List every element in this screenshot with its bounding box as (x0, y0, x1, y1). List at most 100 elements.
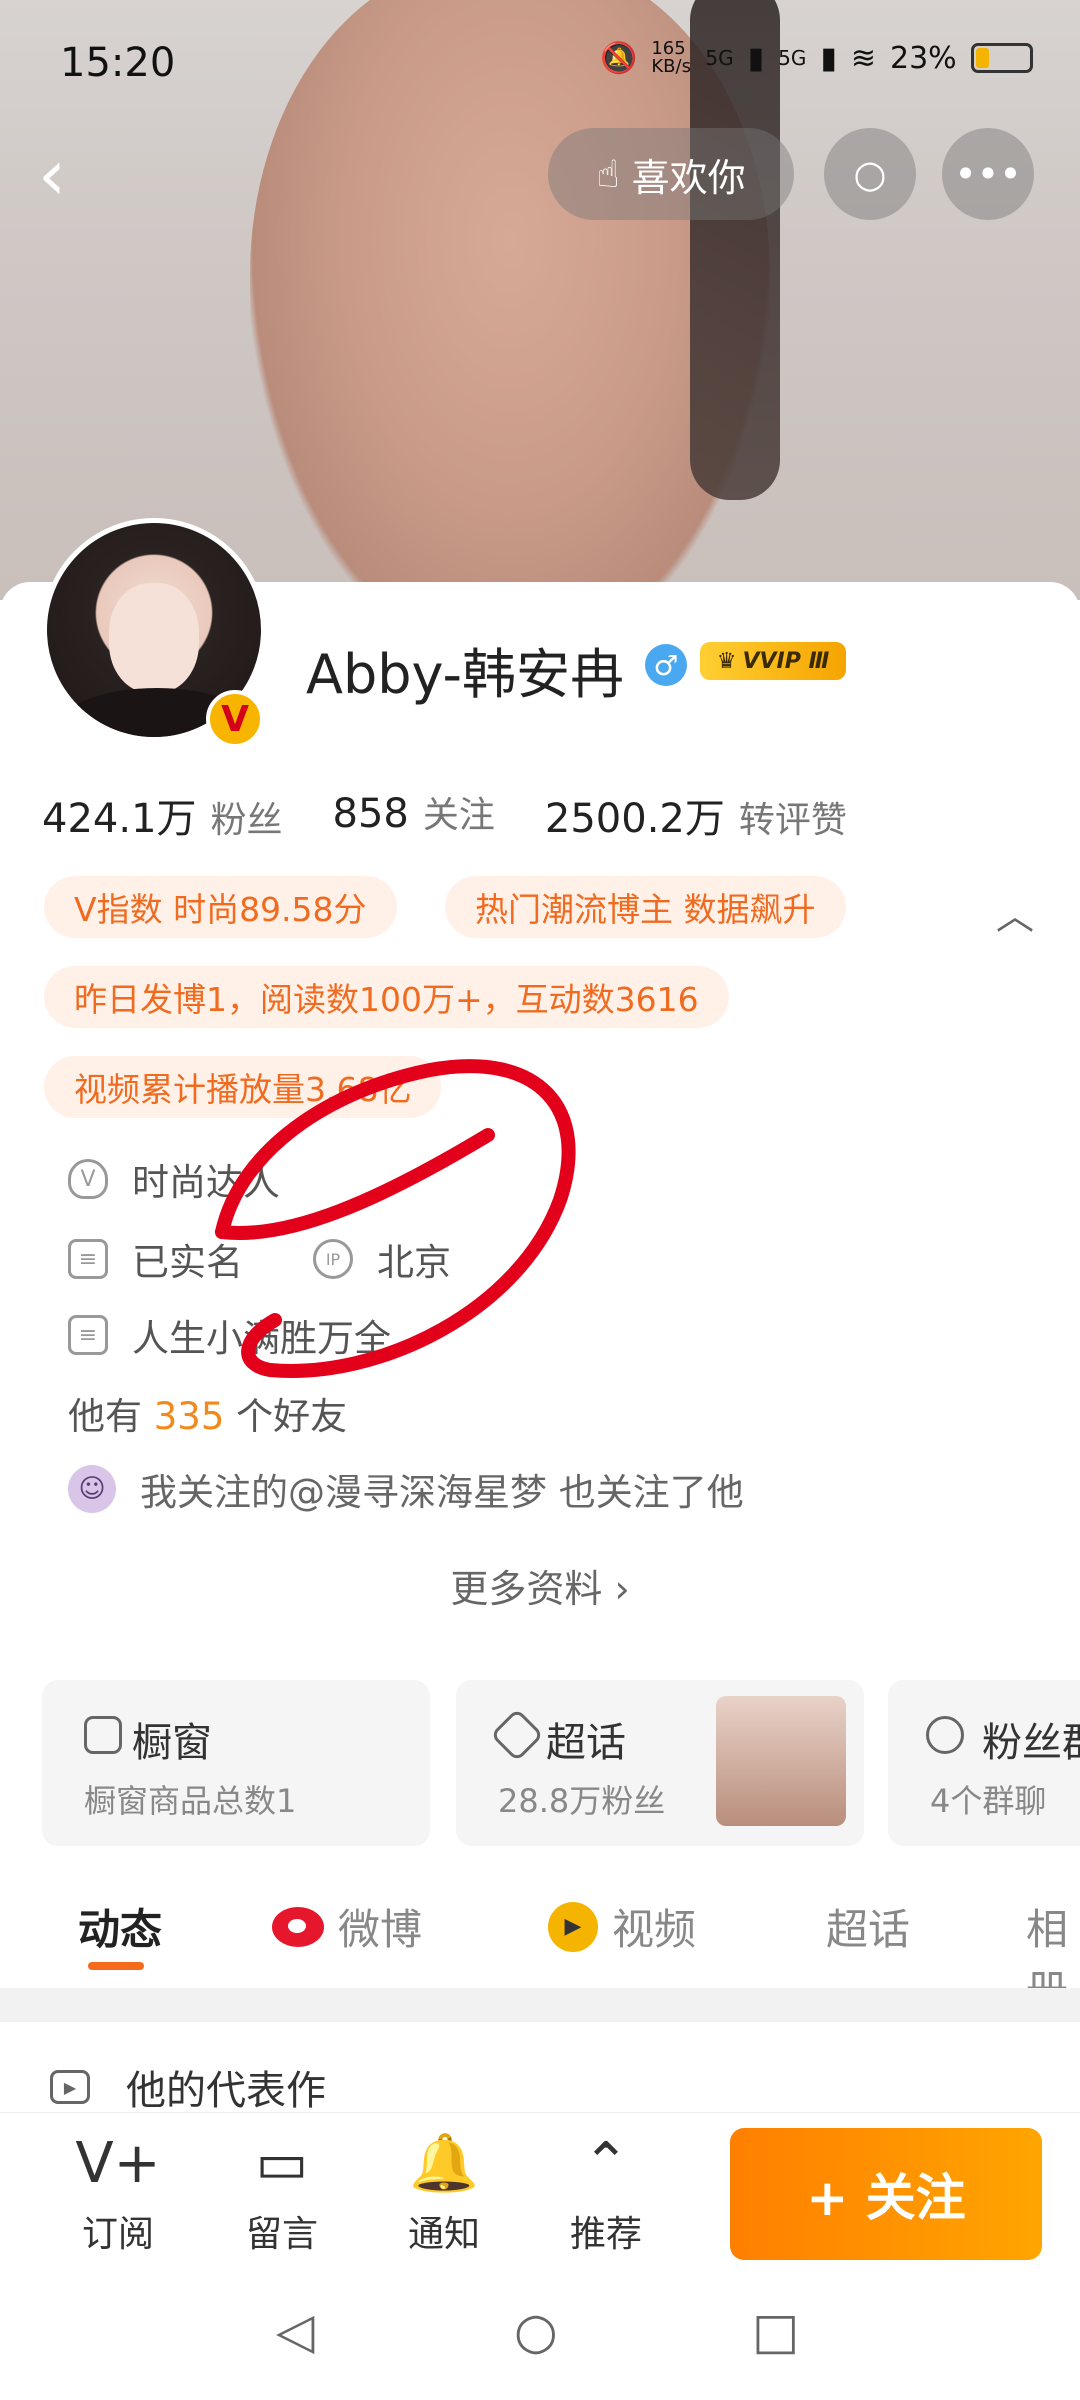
mutual-text: 我关注的@漫寻深海星梦 也关注了他 (140, 1471, 744, 1514)
search-icon: ○ (853, 152, 887, 196)
stat-number: 424.1万 (42, 796, 197, 842)
info-location: 北京 (377, 1241, 451, 1284)
info-bio: 人生小满胜万全 (132, 1317, 391, 1360)
tab-dynamic[interactable]: 动态 (78, 1896, 162, 1957)
chevron-up-icon[interactable]: ︿ (996, 885, 1034, 940)
play-icon: ▶ (50, 2070, 90, 2104)
notify-button[interactable]: 🔔 通知 (384, 2127, 504, 2257)
more-button[interactable]: ••• (942, 128, 1034, 220)
stat-number: 2500.2万 (544, 796, 725, 842)
tab-video[interactable]: ▶ 视频 (548, 1896, 696, 1957)
signal-2: 5G (778, 46, 807, 70)
stat-label: 粉丝 (210, 800, 283, 841)
profile-name: Abby-韩安冉 (306, 643, 624, 706)
info-bio-row: ≡ 人生小满胜万全 (68, 1308, 391, 1362)
male-icon: ♂ (645, 644, 687, 686)
tag-trending[interactable]: 热门潮流博主 数据飙升 (445, 876, 846, 938)
tab-label: 动态 (78, 1905, 163, 1954)
video-icon: ▶ (548, 1901, 598, 1952)
verified-badge-icon: V (206, 690, 264, 748)
fan-group-card[interactable]: 粉丝群 4个群聊 (888, 1680, 1080, 1846)
battery-icon (970, 43, 1033, 73)
recommend-button[interactable]: ⌃ 推荐 (546, 2127, 666, 2257)
tag-video-plays[interactable]: 视频累计播放量3.68亿 (44, 1056, 442, 1118)
like-label: 喜欢你 (631, 155, 746, 200)
tab-super-topic[interactable]: 超话 (826, 1896, 910, 1957)
nav-home-icon[interactable]: ○ (514, 2302, 558, 2360)
box-title: 橱窗 (132, 1720, 212, 1766)
document-icon: ≡ (68, 1315, 108, 1355)
id-card-icon: ≡ (68, 1239, 108, 1279)
bell-icon: 🔔 (409, 2131, 479, 2196)
section-divider (0, 1988, 1080, 2022)
bottom-label: 订阅 (81, 2214, 154, 2255)
info-title-row: V 时尚达人 (68, 1152, 280, 1206)
tag-v-index[interactable]: V指数 时尚89.58分 (44, 876, 397, 938)
like-you-button[interactable]: ☝ 喜欢你 (548, 128, 794, 220)
subscribe-icon: V+ (75, 2131, 161, 2196)
mute-icon: 🔕 (600, 40, 638, 76)
stat-number: 858 (332, 791, 409, 837)
tab-label: 视频 (612, 1905, 697, 1954)
active-tab-indicator (88, 1962, 144, 1970)
status-time: 15:20 (60, 40, 176, 86)
battery-text: 23% (890, 40, 957, 76)
box-title: 粉丝群 (982, 1720, 1080, 1766)
content-tabs: 动态 微博 ▶ 视频 超话 相册 (0, 1860, 1080, 2015)
message-button[interactable]: ▭ 留言 (222, 2127, 342, 2257)
nav-back-icon[interactable]: ◁ (276, 2302, 314, 2360)
more-info-link[interactable]: 更多资料 › (0, 1558, 1080, 1613)
friends-suffix: 个好友 (236, 1395, 348, 1438)
search-button[interactable]: ○ (824, 128, 916, 220)
rep-label: 他的代表作 (126, 2068, 326, 2114)
shop-window-card[interactable]: 橱窗 橱窗商品总数1 (42, 1680, 430, 1846)
shield-icon: V (68, 1159, 108, 1199)
crown-icon: ♛ (716, 648, 737, 674)
friends-count[interactable]: 他有 335 个好友 (68, 1386, 347, 1440)
tab-weibo[interactable]: 微博 (272, 1896, 422, 1957)
friends-number: 335 (153, 1395, 225, 1438)
diamond-icon (490, 1708, 544, 1762)
signal-bars-icon: ▮ (820, 40, 837, 76)
ip-icon: IP (313, 1239, 353, 1279)
follow-button[interactable]: + 关注 (730, 2128, 1042, 2260)
subscribe-button[interactable]: V+ 订阅 (58, 2127, 178, 2257)
bottom-label: 推荐 (569, 2214, 642, 2255)
status-bar: 15:20 🔕 165 KB/s 5G ▮ 5G ▮ ≋ 23% (0, 0, 1080, 130)
avatar-face (109, 583, 199, 693)
status-icons: 🔕 165 KB/s 5G ▮ 5G ▮ ≋ 23% (600, 40, 1033, 76)
info-verified-row: ≡ 已实名 IP 北京 (68, 1232, 451, 1286)
wifi-icon: ≋ (850, 40, 876, 76)
box-sub: 4个群聊 (930, 1782, 1047, 1820)
vvip-badge[interactable]: ♛ VVIP Ⅲ (700, 642, 846, 680)
stat-fans[interactable]: 424.1万 粉丝 (42, 786, 283, 844)
shopping-bag-icon (84, 1716, 122, 1754)
tag-yesterday[interactable]: 昨日发博1，阅读数100万+，互动数3616 (44, 966, 729, 1028)
weibo-icon (272, 1906, 324, 1947)
tab-label: 微博 (338, 1905, 423, 1954)
stat-label: 转评赞 (738, 800, 847, 841)
representative-works[interactable]: ▶ 他的代表作 (50, 2058, 326, 2116)
box-sub: 28.8万粉丝 (498, 1782, 666, 1820)
box-title: 超话 (546, 1720, 626, 1766)
group-icon (926, 1716, 964, 1754)
mutual-follow[interactable]: ☺ 我关注的@漫寻深海星梦 也关注了他 (68, 1462, 744, 1516)
signal-1: 5G (705, 46, 734, 70)
bottom-label: 通知 (407, 2214, 480, 2255)
info-title: 时尚达人 (132, 1161, 280, 1204)
profile-stats: 424.1万 粉丝 858 关注 2500.2万 转评赞 (42, 786, 897, 844)
back-icon[interactable]: ‹ (38, 140, 66, 210)
chat-icon: ▭ (255, 2131, 309, 2196)
info-verified: 已实名 (132, 1241, 243, 1284)
super-topic-thumbnail (716, 1696, 846, 1826)
bottom-label: 留言 (245, 2214, 318, 2255)
stat-label: 关注 (422, 795, 495, 836)
stat-following[interactable]: 858 关注 (333, 786, 495, 844)
net-speed: 165 KB/s (651, 38, 691, 77)
nav-recents-icon[interactable]: □ (752, 2302, 799, 2360)
signal-bars-icon: ▮ (747, 40, 765, 76)
mini-avatar: ☺ (68, 1465, 116, 1513)
vvip-text: VVIP Ⅲ (742, 648, 830, 674)
chevron-up-circle-icon: ⌃ (582, 2131, 630, 2196)
stat-interactions[interactable]: 2500.2万 转评赞 (545, 786, 847, 844)
